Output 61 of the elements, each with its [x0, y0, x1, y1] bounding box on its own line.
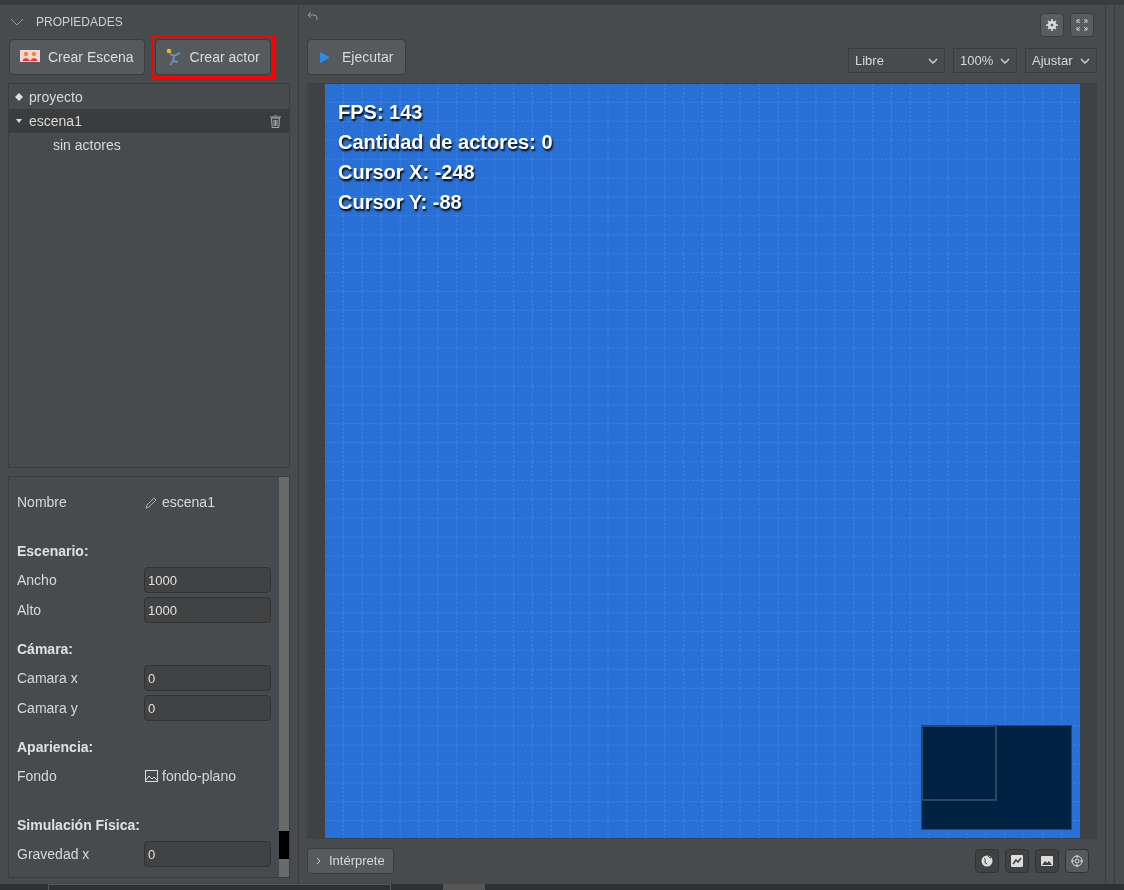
fit-select[interactable]: Ajustar: [1025, 48, 1097, 73]
scrollbar[interactable]: [279, 477, 289, 877]
scene-name[interactable]: escena1: [162, 491, 215, 513]
play-icon: [320, 51, 330, 63]
create-scene-button[interactable]: Crear Escena: [9, 39, 145, 75]
game-canvas[interactable]: FPS: 143 Cantidad de actores: 0 Cursor X: -248 Cursor Y: -88: [325, 84, 1080, 838]
gear-icon: [1046, 19, 1058, 31]
property-label: Nombre: [17, 492, 68, 512]
line-chart-icon: [1011, 855, 1023, 867]
chevron-down-icon: [1000, 57, 1010, 64]
stats-text: FPS: 143: [338, 102, 424, 123]
image-button[interactable]: [1035, 849, 1059, 873]
property-field[interactable]: 0: [144, 841, 271, 867]
target-button[interactable]: [1065, 849, 1089, 873]
background-name: fondo-plano: [162, 766, 236, 786]
settings-button[interactable]: [1040, 13, 1064, 37]
diamond-icon: [15, 93, 23, 101]
globe-icon: [981, 855, 993, 867]
stats-text: Cantidad de actores: 0: [338, 132, 553, 153]
property-label: Fondo: [17, 766, 58, 786]
property-field[interactable]: 1000: [144, 567, 271, 593]
image-icon: [1041, 855, 1053, 867]
property-field[interactable]: 1000: [144, 597, 271, 623]
section-heading: Apariencia:: [17, 738, 95, 753]
expand-triangle-icon[interactable]: [15, 117, 23, 125]
property-label: Gravedad x: [17, 844, 91, 864]
section-heading: Simulación Física:: [17, 816, 141, 831]
stats-text: Cursor X: -248: [338, 162, 476, 183]
crosshair-icon: [1071, 855, 1083, 867]
console-button[interactable]: Intérprete: [307, 848, 394, 874]
chevron-right-icon: [316, 857, 321, 865]
section-heading: Escenario:: [17, 542, 90, 557]
expand-icon: [1076, 19, 1088, 31]
panel-title: PROPIEDADES: [36, 14, 123, 31]
property-field[interactable]: 0: [144, 695, 271, 721]
chart-button[interactable]: [1005, 849, 1029, 873]
fullscreen-button[interactable]: [1070, 13, 1094, 37]
property-label: Alto: [17, 600, 43, 620]
property-label: Camara x: [17, 668, 79, 688]
chevron-down-icon: [1080, 57, 1090, 64]
zoom-select[interactable]: 100%: [953, 48, 1017, 73]
pencil-icon[interactable]: [145, 495, 158, 509]
people-icon: [20, 50, 40, 64]
trash-icon[interactable]: [270, 114, 281, 128]
create-actor-button[interactable]: Crear actor: [154, 39, 271, 75]
tree-item[interactable]: proyecto: [9, 85, 289, 109]
tree-item[interactable]: sin actores: [9, 133, 289, 157]
property-label: Ancho: [17, 570, 58, 590]
mode-select[interactable]: Libre: [848, 48, 945, 73]
chevron-down-icon: [928, 57, 938, 64]
image-icon: [145, 770, 158, 782]
figure-icon: [165, 48, 182, 66]
property-label: Camara y: [17, 698, 79, 718]
stats-text: Cursor Y: -88: [338, 192, 463, 213]
globe-button[interactable]: [975, 849, 999, 873]
collapse-chevron-icon[interactable]: [10, 18, 24, 26]
section-heading: Cámara:: [17, 640, 75, 655]
tree-item[interactable]: escena1: [9, 109, 289, 133]
run-button[interactable]: Ejecutar: [307, 39, 407, 75]
property-field[interactable]: 0: [144, 665, 271, 691]
undo-icon[interactable]: [307, 11, 319, 21]
